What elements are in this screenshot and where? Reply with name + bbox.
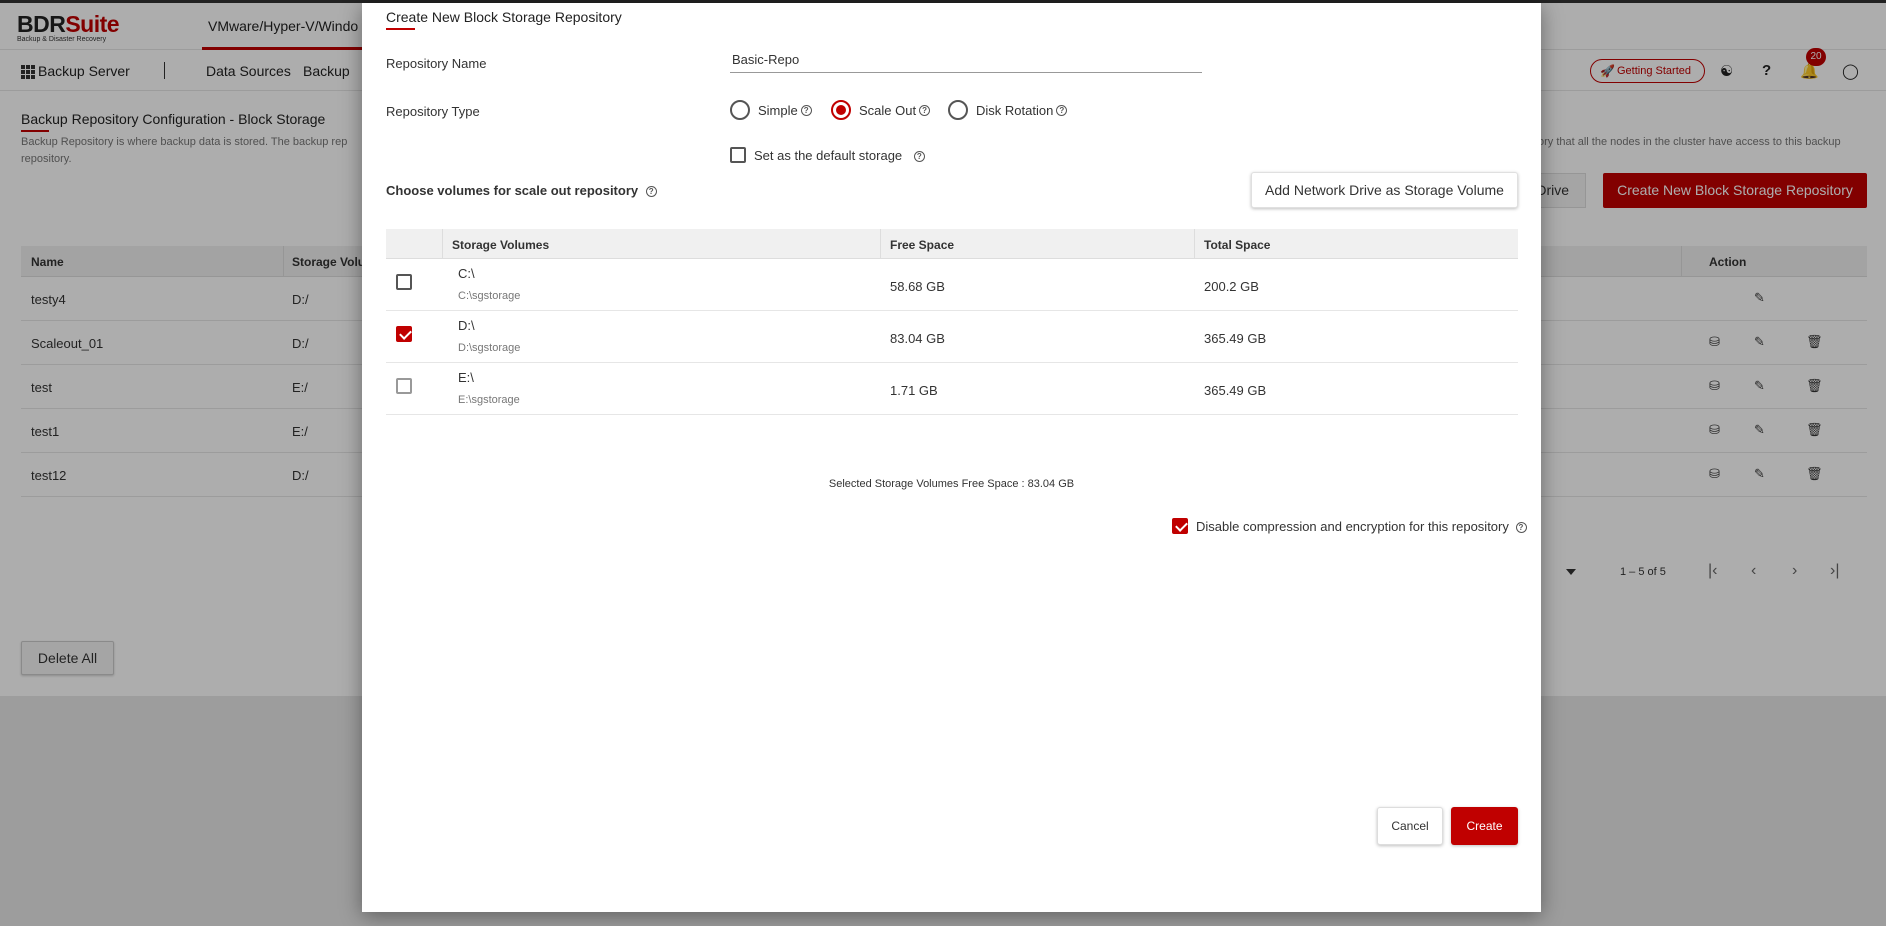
help-icon[interactable]: ?: [1056, 104, 1068, 116]
default-storage-checkbox[interactable]: [730, 147, 746, 163]
storage-volumes-table-header: Storage Volumes Free Space Total Space: [386, 229, 1518, 259]
radio-disk-rotation-circle[interactable]: [948, 100, 968, 120]
dialog-title: Create New Block Storage Repository: [386, 9, 622, 25]
radio-scale-out-circle[interactable]: [831, 100, 851, 120]
choose-volumes-label: Choose volumes for scale out repository …: [386, 183, 657, 198]
help-icon[interactable]: ?: [1515, 522, 1527, 534]
col-free-space: Free Space: [890, 238, 955, 252]
table-row[interactable]: D:\ D:\sgstorage 83.04 GB 365.49 GB: [386, 311, 1518, 363]
storage-volumes-table: Storage Volumes Free Space Total Space C…: [386, 229, 1518, 415]
disable-compression-checkbox[interactable]: [1172, 518, 1188, 534]
radio-simple-circle[interactable]: [730, 100, 750, 120]
selected-free-space: Selected Storage Volumes Free Space : 83…: [828, 478, 1075, 490]
volume-e-checkbox[interactable]: [396, 378, 412, 394]
cancel-button[interactable]: Cancel: [1377, 807, 1443, 845]
radio-scale-out[interactable]: Scale Out ?: [831, 100, 931, 120]
table-row[interactable]: C:\ C:\sgstorage 58.68 GB 200.2 GB: [386, 259, 1518, 311]
col-storage-volumes: Storage Volumes: [452, 238, 550, 252]
disable-compression-label: Disable compression and encryption for t…: [1196, 519, 1527, 534]
radio-simple[interactable]: Simple ?: [730, 100, 812, 120]
radio-disk-rotation[interactable]: Disk Rotation ?: [948, 100, 1068, 120]
help-icon[interactable]: ?: [919, 104, 931, 116]
help-icon[interactable]: ?: [645, 186, 657, 198]
repository-name-input[interactable]: [730, 47, 1202, 73]
radio-simple-label: Simple: [758, 102, 798, 118]
add-network-drive-button[interactable]: Add Network Drive as Storage Volume: [1251, 172, 1518, 208]
help-icon[interactable]: ?: [800, 104, 812, 116]
create-button[interactable]: Create: [1451, 807, 1518, 845]
create-repository-dialog: Create New Block Storage Repository Repo…: [362, 3, 1541, 912]
help-icon[interactable]: ?: [913, 151, 925, 163]
volume-d-checkbox[interactable]: [396, 326, 412, 342]
table-row[interactable]: E:\ E:\sgstorage 1.71 GB 365.49 GB: [386, 363, 1518, 415]
default-storage-label: Set as the default storage ?: [754, 148, 925, 163]
dialog-title-underline: [386, 28, 415, 30]
repository-type-label: Repository Type: [386, 104, 480, 119]
radio-scale-out-label: Scale Out: [859, 102, 917, 118]
volume-c-checkbox[interactable]: [396, 274, 412, 290]
radio-disk-rotation-label: Disk Rotation: [976, 102, 1054, 118]
repository-name-label: Repository Name: [386, 56, 487, 71]
col-total-space: Total Space: [1204, 238, 1271, 252]
